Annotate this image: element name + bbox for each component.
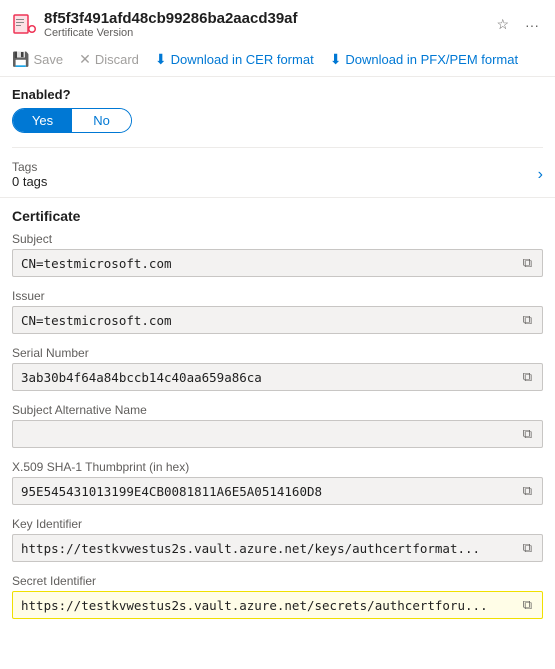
secret-identifier-copy-button[interactable]: ⧉ bbox=[521, 597, 534, 613]
no-toggle-button[interactable]: No bbox=[72, 109, 131, 132]
discard-icon: ✕ bbox=[79, 51, 91, 68]
tags-row[interactable]: Tags 0 tags › bbox=[0, 152, 555, 198]
enabled-toggle[interactable]: Yes No bbox=[12, 108, 132, 133]
secret-identifier-value: https://testkvwestus2s.vault.azure.net/s… bbox=[21, 598, 521, 613]
secret-identifier-label: Secret Identifier bbox=[12, 574, 543, 588]
thumbprint-copy-button[interactable]: ⧉ bbox=[521, 483, 534, 499]
key-identifier-field-group: Key Identifier https://testkvwestus2s.va… bbox=[0, 513, 555, 570]
certificate-section-title: Certificate bbox=[0, 198, 555, 228]
tags-chevron-icon: › bbox=[538, 166, 543, 184]
issuer-input-row: CN=testmicrosoft.com ⧉ bbox=[12, 306, 543, 334]
page-header: 8f5f3f491afd48cb99286ba2aacd39af Certifi… bbox=[0, 0, 555, 43]
subject-alt-name-field-group: Subject Alternative Name ⧉ bbox=[0, 399, 555, 456]
page-subtitle: Certificate Version bbox=[44, 27, 484, 39]
subject-input-row: CN=testmicrosoft.com ⧉ bbox=[12, 249, 543, 277]
thumbprint-label: X.509 SHA-1 Thumbprint (in hex) bbox=[12, 460, 543, 474]
thumbprint-field-group: X.509 SHA-1 Thumbprint (in hex) 95E54543… bbox=[0, 456, 555, 513]
pin-button[interactable]: ☆ bbox=[492, 14, 513, 35]
subject-alt-name-input-row: ⧉ bbox=[12, 420, 543, 448]
issuer-value: CN=testmicrosoft.com bbox=[21, 313, 521, 328]
enabled-section: Enabled? Yes No bbox=[0, 77, 555, 143]
save-icon: 💾 bbox=[12, 51, 29, 68]
issuer-field-group: Issuer CN=testmicrosoft.com ⧉ bbox=[0, 285, 555, 342]
subject-alt-name-copy-button[interactable]: ⧉ bbox=[521, 426, 534, 442]
download-cer-icon: ⬇ bbox=[155, 51, 167, 68]
serial-number-value: 3ab30b4f64a84bccb14c40aa659a86ca bbox=[21, 370, 521, 385]
thumbprint-input-row: 95E545431013199E4CB0081811A6E5A0514160D8… bbox=[12, 477, 543, 505]
key-identifier-label: Key Identifier bbox=[12, 517, 543, 531]
more-icon: ··· bbox=[525, 17, 539, 33]
serial-number-field-group: Serial Number 3ab30b4f64a84bccb14c40aa65… bbox=[0, 342, 555, 399]
tags-label: Tags bbox=[12, 160, 47, 174]
more-button[interactable]: ··· bbox=[521, 15, 543, 35]
discard-label: Discard bbox=[95, 52, 139, 67]
key-identifier-value: https://testkvwestus2s.vault.azure.net/k… bbox=[21, 541, 521, 556]
issuer-label: Issuer bbox=[12, 289, 543, 303]
subject-value: CN=testmicrosoft.com bbox=[21, 256, 521, 271]
tags-count: 0 tags bbox=[12, 174, 47, 189]
secret-identifier-field-group: Secret Identifier https://testkvwestus2s… bbox=[0, 570, 555, 627]
subject-copy-button[interactable]: ⧉ bbox=[521, 255, 534, 271]
key-identifier-copy-button[interactable]: ⧉ bbox=[521, 540, 534, 556]
serial-number-input-row: 3ab30b4f64a84bccb14c40aa659a86ca ⧉ bbox=[12, 363, 543, 391]
yes-toggle-button[interactable]: Yes bbox=[13, 109, 72, 132]
download-pfx-button[interactable]: ⬇ Download in PFX/PEM format bbox=[330, 49, 518, 70]
key-identifier-input-row: https://testkvwestus2s.vault.azure.net/k… bbox=[12, 534, 543, 562]
toolbar: 💾 Save ✕ Discard ⬇ Download in CER forma… bbox=[0, 43, 555, 77]
enabled-label: Enabled? bbox=[12, 87, 543, 102]
certificate-icon bbox=[12, 12, 36, 36]
issuer-copy-button[interactable]: ⧉ bbox=[521, 312, 534, 328]
header-action-buttons: ☆ ··· bbox=[492, 14, 543, 35]
download-cer-label: Download in CER format bbox=[171, 52, 314, 67]
discard-button[interactable]: ✕ Discard bbox=[79, 49, 139, 70]
section-divider-1 bbox=[12, 147, 543, 148]
thumbprint-value: 95E545431013199E4CB0081811A6E5A0514160D8 bbox=[21, 484, 521, 499]
download-pfx-icon: ⬇ bbox=[330, 51, 342, 68]
serial-number-label: Serial Number bbox=[12, 346, 543, 360]
subject-field-group: Subject CN=testmicrosoft.com ⧉ bbox=[0, 228, 555, 285]
header-text-group: 8f5f3f491afd48cb99286ba2aacd39af Certifi… bbox=[44, 10, 484, 39]
tags-info: Tags 0 tags bbox=[12, 160, 47, 189]
download-pfx-label: Download in PFX/PEM format bbox=[345, 52, 518, 67]
subject-alt-name-label: Subject Alternative Name bbox=[12, 403, 543, 417]
pin-icon: ☆ bbox=[496, 16, 509, 32]
save-button[interactable]: 💾 Save bbox=[12, 49, 63, 70]
download-cer-button[interactable]: ⬇ Download in CER format bbox=[155, 49, 314, 70]
subject-label: Subject bbox=[12, 232, 543, 246]
save-label: Save bbox=[33, 52, 63, 67]
serial-number-copy-button[interactable]: ⧉ bbox=[521, 369, 534, 385]
secret-identifier-input-row: https://testkvwestus2s.vault.azure.net/s… bbox=[12, 591, 543, 619]
page-title: 8f5f3f491afd48cb99286ba2aacd39af bbox=[44, 10, 484, 27]
